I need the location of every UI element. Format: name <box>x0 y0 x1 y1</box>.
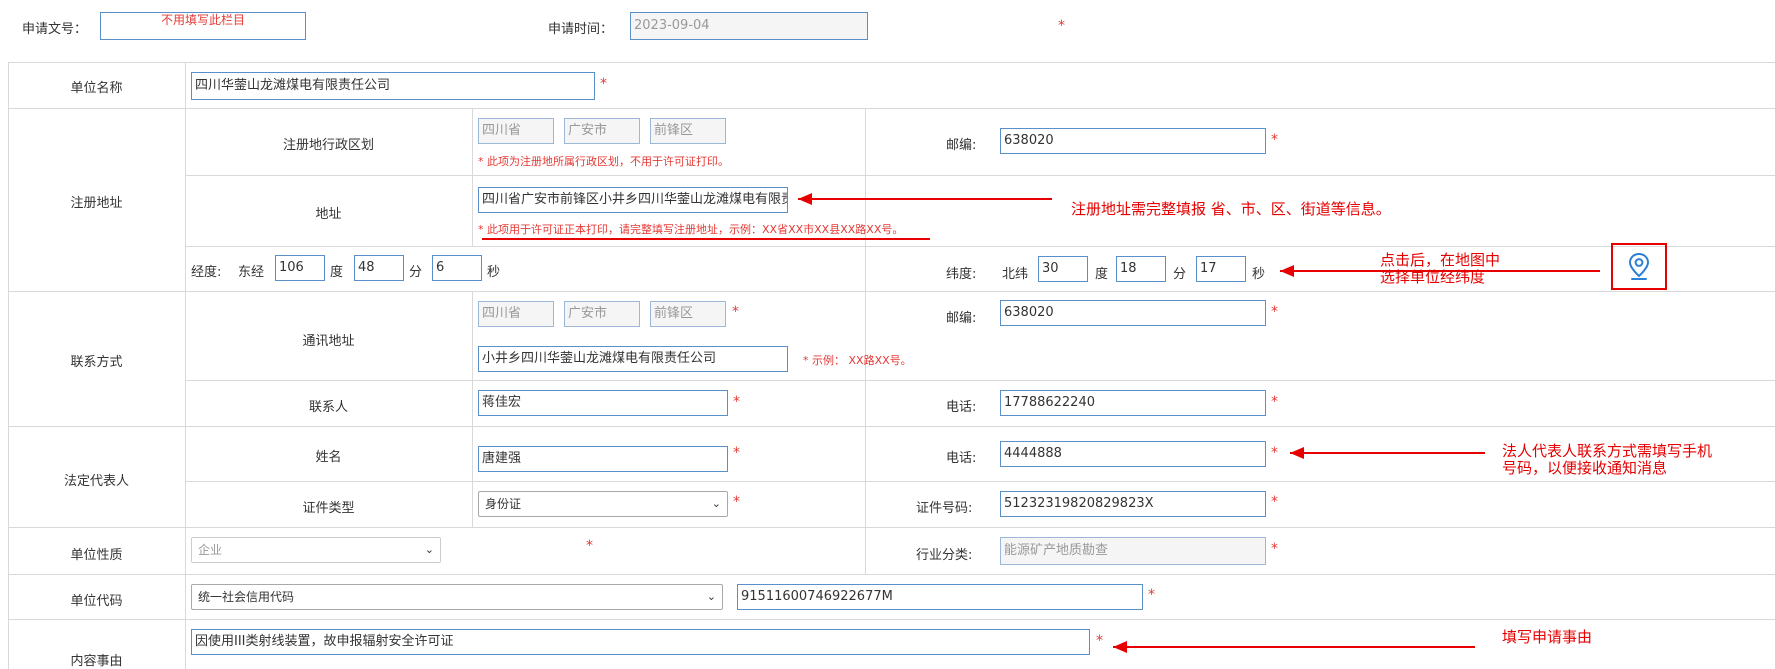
annotation-map-line1: 点击后，在地图中 <box>1380 251 1501 269</box>
annotation-arrow-head <box>1280 265 1294 277</box>
annotation-content: 填写申请事由 <box>1502 628 1593 646</box>
annotation-legal-line1: 法人代表人联系方式需填写手机 <box>1502 442 1713 460</box>
annotation-address: 注册地址需完整填报 省、市、区、街道等信息。 <box>1071 200 1391 218</box>
annotation-map-line2: 选择单位经纬度 <box>1380 268 1486 286</box>
annotation-legal-line2: 号码，以便接收通知消息 <box>1502 459 1668 477</box>
annotation-arrow-head <box>1290 447 1304 459</box>
annotation-arrow-head <box>1113 641 1127 653</box>
annotation-arrow-head <box>798 193 812 205</box>
annotation-arrows <box>798 193 1600 653</box>
